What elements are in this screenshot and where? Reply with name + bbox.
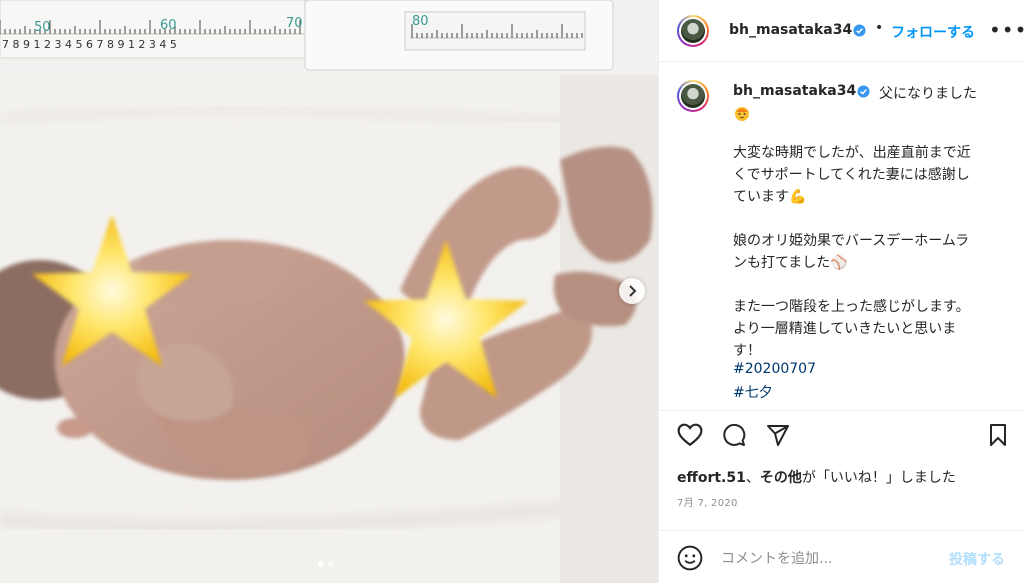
comment-icon[interactable] bbox=[721, 423, 747, 447]
ruler-label-60: 60 bbox=[160, 18, 177, 33]
header-username[interactable]: bh_masataka34 bbox=[729, 22, 852, 38]
baby-photo-image bbox=[0, 14, 658, 583]
caption-avatar[interactable] bbox=[677, 80, 709, 112]
post-header: bh_masataka34 • フォローする ••• bbox=[659, 0, 1024, 62]
caption-line: ています💪 bbox=[733, 189, 807, 205]
liker-username[interactable]: effort.51 bbox=[677, 470, 746, 486]
caption-line: 娘のオリ姫効果でバースデーホームラ bbox=[733, 233, 970, 249]
more-icon: ••• bbox=[989, 18, 1024, 42]
more-options-button[interactable]: ••• bbox=[989, 18, 1024, 42]
share-icon[interactable] bbox=[765, 423, 791, 447]
likes-others-link[interactable]: その他 bbox=[760, 470, 802, 486]
post-side-panel: bh_masataka34 • フォローする ••• bh_masataka34… bbox=[658, 0, 1024, 583]
comment-bar: 投稿する bbox=[659, 530, 1024, 583]
carousel-dot bbox=[328, 561, 334, 567]
avatar[interactable] bbox=[677, 15, 709, 47]
action-bar bbox=[659, 410, 1024, 460]
baby-emoji-icon bbox=[735, 107, 749, 121]
carousel-next-button[interactable] bbox=[619, 278, 645, 304]
caption-line: す！ bbox=[733, 343, 761, 359]
verified-icon bbox=[853, 24, 866, 37]
chevron-right-icon bbox=[629, 285, 637, 297]
caption-title: 父になりました bbox=[879, 86, 977, 102]
carousel-indicator bbox=[318, 561, 334, 567]
post-date[interactable]: 7月 7, 2020 bbox=[677, 494, 738, 509]
emoji-icon[interactable] bbox=[677, 545, 703, 571]
ruler-label-80: 80 bbox=[412, 14, 429, 29]
ruler-label-50: 50 bbox=[34, 20, 51, 35]
likes-summary: effort.51、その他が「いいね！」しました bbox=[677, 470, 956, 486]
likes-text: が「いいね！」しました bbox=[801, 470, 956, 486]
caption-line: ンも打てました⚾ bbox=[733, 255, 848, 271]
header-separator: • bbox=[875, 20, 884, 36]
bookmark-icon[interactable] bbox=[987, 423, 1009, 447]
caption-line: くでサポートしてくれた妻には感謝し bbox=[733, 167, 970, 183]
measuring-ruler: 7 8 9 1 2 3 4 5 6 7 8 9 1 2 3 4 5 50 60 … bbox=[0, 0, 658, 75]
caption-line: また一つ階段を上った感じがします。 bbox=[733, 299, 970, 315]
svg-text:7 8 9 1 2 3: 7 8 9 1 2 3 4 5 6 7 8 9 1 2 3 4 5 bbox=[2, 38, 177, 51]
verified-icon bbox=[857, 85, 870, 98]
heart-icon[interactable] bbox=[677, 423, 703, 447]
hashtag-link[interactable]: #20200707 bbox=[733, 361, 816, 377]
post-photo[interactable]: 7 8 9 1 2 3 4 5 6 7 8 9 1 2 3 4 5 50 60 … bbox=[0, 0, 658, 583]
caption-section: bh_masataka34 父になりました 大変な時期でしたが、出産直前まで近 … bbox=[659, 62, 1024, 402]
carousel-dot bbox=[318, 561, 324, 567]
hashtag-link[interactable]: #七夕 bbox=[733, 382, 773, 402]
comment-input[interactable] bbox=[719, 547, 933, 571]
follow-button[interactable]: フォローする bbox=[891, 22, 981, 42]
caption-line: 大変な時期でしたが、出産直前まで近 bbox=[733, 145, 971, 161]
ruler-label-70: 70 bbox=[286, 16, 303, 31]
post-comment-button[interactable]: 投稿する bbox=[949, 549, 1005, 569]
caption-username[interactable]: bh_masataka34 bbox=[733, 83, 856, 99]
caption-line: より一層精進していきたいと思いま bbox=[733, 321, 957, 337]
